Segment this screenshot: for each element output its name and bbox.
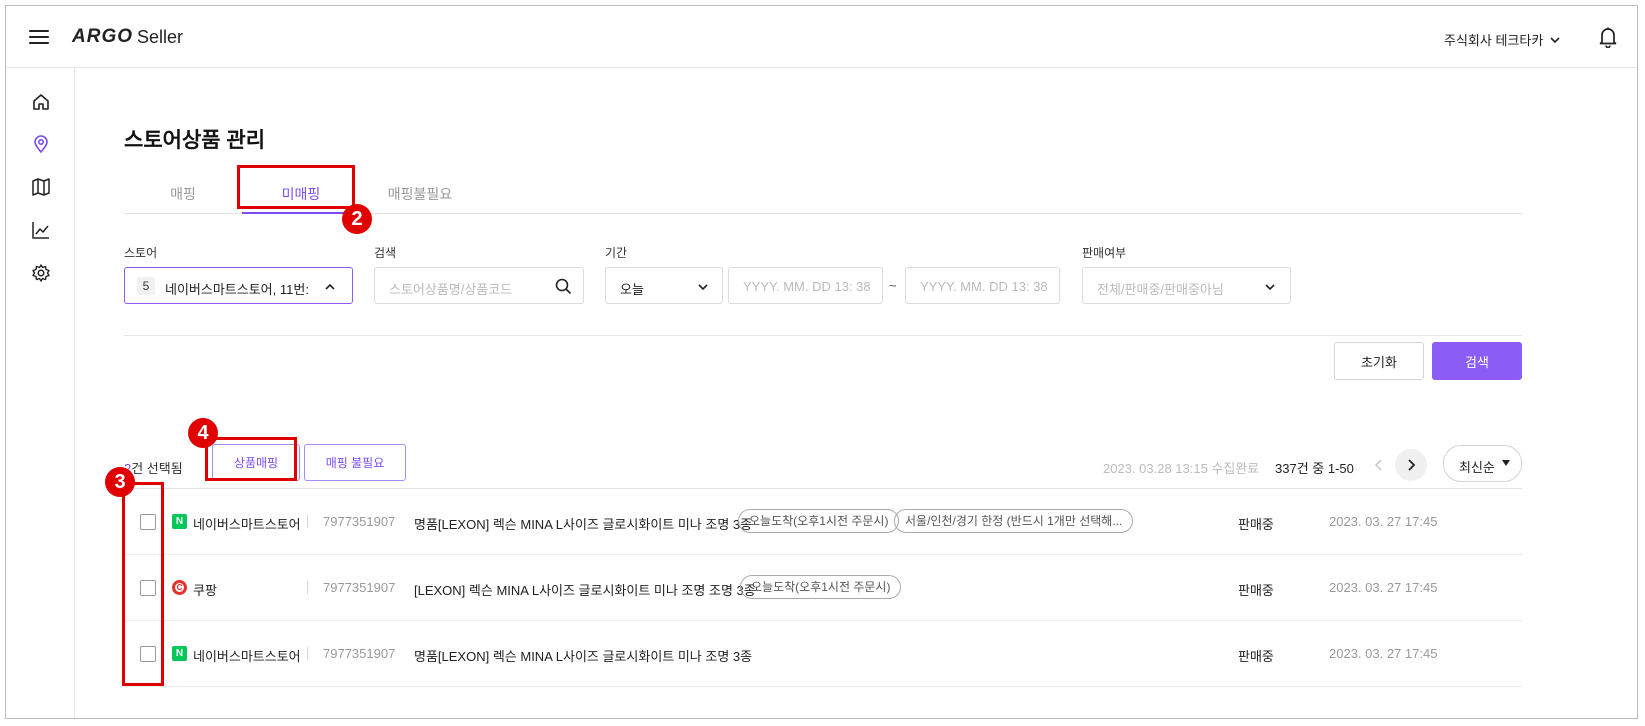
page-title: 스토어상품 관리	[124, 129, 266, 152]
sort-dropdown[interactable]: 최신순	[1443, 445, 1522, 482]
search-input-placeholder: 스토어상품명/상품코드	[389, 282, 513, 297]
chevron-down-icon	[1550, 36, 1560, 43]
sale-status: 판매중	[1238, 583, 1274, 598]
caret-down-icon	[1502, 460, 1510, 466]
sale-status-placeholder: 전체/판매중/판매중아님	[1097, 282, 1224, 297]
collection-status: 2023. 03.28 13:15 수집완료	[1103, 461, 1260, 476]
product-name[interactable]: [LEXON] 렉슨 MINA L사이즈 글로시화이트 미나 조명 조명 3종	[414, 580, 756, 599]
store-count-badge: 5	[137, 277, 155, 295]
store-select-value: 네이버스마트스토어, 11번:	[165, 282, 309, 297]
menu-icon[interactable]	[29, 30, 49, 44]
product-name[interactable]: 명품[LEXON] 렉슨 MINA L사이즈 글로시화이트 미나 조명 3종	[414, 514, 752, 533]
product-option-tag: 오늘도착(오후1시전 주문시)	[740, 575, 902, 599]
chevron-left-icon[interactable]	[1368, 454, 1390, 476]
annotation-box-mapping-button	[205, 437, 297, 481]
product-code: 7977351907	[323, 580, 396, 595]
search-filter-label: 검색	[374, 246, 397, 260]
registered-date: 2023. 03. 27 17:45	[1329, 580, 1438, 595]
app-window: ARGO Seller 주식회사 테크타카 스토어상품 관리 매핑 미매핑 매핑…	[5, 5, 1638, 719]
store-filter-label: 스토어	[124, 246, 158, 260]
annotation-badge: 2	[342, 204, 372, 234]
period-select[interactable]: 오늘	[605, 267, 723, 304]
filter-divider	[124, 335, 1522, 336]
left-sidebar	[6, 68, 75, 718]
date-to-input[interactable]: YYYY. MM. DD 13: 38	[905, 267, 1060, 304]
tab-no-mapping-needed[interactable]: 매핑불필요	[360, 184, 480, 204]
no-mapping-needed-button[interactable]: 매핑 불필요	[304, 444, 406, 481]
chevron-right-icon	[1408, 459, 1416, 471]
chevron-down-icon	[698, 284, 708, 291]
next-page-button[interactable]	[1395, 449, 1427, 481]
column-separator	[307, 581, 308, 594]
store-name: 네이버스마트스토어	[193, 649, 301, 664]
naver-store-icon: N	[172, 646, 187, 661]
bell-icon[interactable]	[1598, 26, 1618, 48]
product-name[interactable]: 명품[LEXON] 렉슨 MINA L사이즈 글로시화이트 미나 조명 3종	[414, 646, 752, 665]
product-code: 7977351907	[323, 646, 396, 661]
chevron-down-icon	[1265, 284, 1275, 291]
app-logo[interactable]: ARGO	[72, 26, 133, 48]
store-name: 쿠팡	[193, 583, 217, 598]
date-from-placeholder: YYYY. MM. DD 13: 38	[743, 279, 871, 294]
date-range-separator: ~	[889, 278, 897, 293]
date-to-placeholder: YYYY. MM. DD 13: 38	[920, 279, 1048, 294]
search-input[interactable]: 스토어상품명/상품코드	[374, 267, 584, 304]
store-name: 네이버스마트스토어	[193, 517, 301, 532]
product-row[interactable]: C 쿠팡 7977351907 [LEXON] 렉슨 MINA L사이즈 글로시…	[124, 555, 1522, 621]
store-select[interactable]: 5 네이버스마트스토어, 11번:	[124, 267, 353, 304]
product-option-tag: 오늘도착(오후1시전 주문시)	[738, 509, 900, 533]
annotation-box-checkboxes	[122, 482, 164, 686]
chart-icon[interactable]	[31, 220, 51, 240]
date-from-input[interactable]: YYYY. MM. DD 13: 38	[728, 267, 883, 304]
period-filter-label: 기간	[605, 246, 628, 260]
sale-status: 판매중	[1238, 517, 1274, 532]
settings-icon[interactable]	[31, 263, 51, 283]
period-select-value: 오늘	[620, 282, 644, 297]
registered-date: 2023. 03. 27 17:45	[1329, 646, 1438, 661]
top-bar: ARGO Seller 주식회사 테크타카	[6, 6, 1637, 68]
reset-button[interactable]: 초기화	[1334, 342, 1424, 380]
annotation-badge: 3	[105, 467, 135, 497]
pagination-range: 337건 중 1-50	[1275, 461, 1354, 476]
chevron-up-icon	[325, 283, 335, 290]
sale-status-filter-label: 판매여부	[1082, 246, 1127, 260]
search-button[interactable]: 검색	[1432, 342, 1522, 380]
annotation-box-unmapped-tab	[237, 165, 355, 209]
product-row[interactable]: N 네이버스마트스토어 7977351907 명품[LEXON] 렉슨 MINA…	[124, 489, 1522, 555]
sort-value: 최신순	[1459, 460, 1495, 475]
company-selector[interactable]: 주식회사 테크타카	[1444, 30, 1561, 49]
product-option-tag: 서울/인천/경기 한정 (반드시 1개만 선택해...	[894, 509, 1134, 533]
column-separator	[307, 647, 308, 660]
product-row[interactable]: N 네이버스마트스토어 7977351907 명품[LEXON] 렉슨 MINA…	[124, 621, 1522, 687]
sale-status-select[interactable]: 전체/판매중/판매중아님	[1082, 267, 1291, 304]
search-icon[interactable]	[555, 278, 572, 295]
column-separator	[307, 515, 308, 528]
selected-count-suffix: 건 선택됨	[131, 461, 183, 476]
naver-store-icon: N	[172, 514, 187, 529]
home-icon[interactable]	[31, 92, 51, 112]
map-icon[interactable]	[31, 177, 51, 197]
product-code: 7977351907	[323, 514, 396, 529]
registered-date: 2023. 03. 27 17:45	[1329, 514, 1438, 529]
coupang-store-icon: C	[172, 580, 187, 595]
sale-status: 판매중	[1238, 649, 1274, 664]
app-logo-suffix: Seller	[137, 27, 184, 47]
tab-mapped[interactable]: 매핑	[124, 184, 242, 204]
annotation-badge: 4	[188, 418, 218, 448]
company-name: 주식회사 테크타카	[1444, 33, 1544, 48]
location-icon[interactable]	[31, 134, 51, 154]
